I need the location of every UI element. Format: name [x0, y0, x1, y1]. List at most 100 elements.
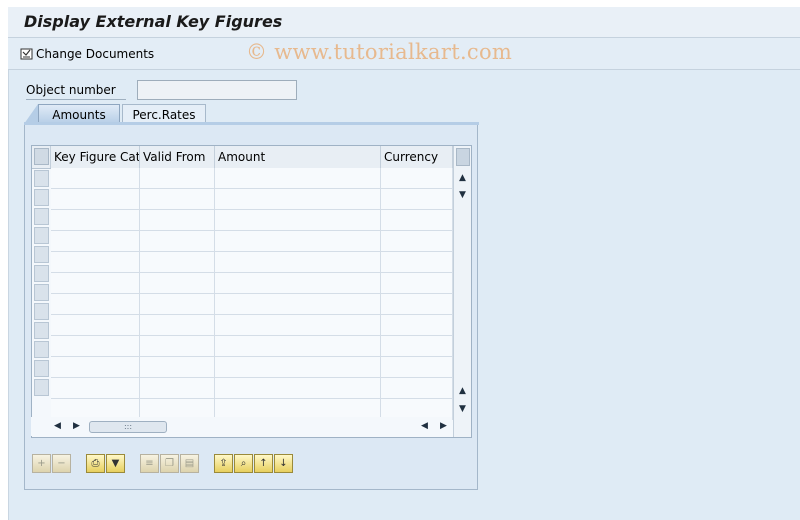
table-row[interactable] [51, 294, 453, 315]
table-cell[interactable] [381, 252, 453, 273]
table-cell[interactable] [140, 294, 215, 315]
table-row[interactable] [51, 273, 453, 294]
scroll-up-icon[interactable]: ▲ [459, 173, 466, 183]
row-selector[interactable] [34, 303, 49, 320]
table-cell[interactable] [381, 273, 453, 294]
paste-icon[interactable]: ▤ [180, 454, 199, 473]
horizontal-scrollbar[interactable]: ◀ ▶ ::: ◀ ▶ [31, 417, 452, 436]
table-cell[interactable] [51, 189, 140, 210]
sort-ascending-icon[interactable]: ↑ [254, 454, 273, 473]
table-cell[interactable] [140, 231, 215, 252]
tab-perc-rates[interactable]: Perc.Rates [122, 104, 206, 124]
table-row[interactable] [51, 189, 453, 210]
column-header-currency[interactable]: Currency [381, 146, 453, 168]
delete-row-icon[interactable]: − [52, 454, 71, 473]
table-cell[interactable] [140, 357, 215, 378]
table-cell[interactable] [215, 378, 381, 399]
column-header-amount[interactable]: Amount [215, 146, 381, 168]
filter-icon[interactable]: ▼ [106, 454, 125, 473]
sort-descending-icon[interactable]: ↓ [274, 454, 293, 473]
table-header: Key Figure Cat. Valid From Amount Curren… [32, 146, 471, 169]
table-cell[interactable] [140, 168, 215, 189]
row-selector[interactable] [34, 322, 49, 339]
table-row[interactable] [51, 357, 453, 378]
table-row[interactable] [51, 252, 453, 273]
scroll-down-icon[interactable]: ▼ [459, 190, 466, 200]
table-cell[interactable] [51, 378, 140, 399]
row-selector[interactable] [34, 170, 49, 187]
copy-icon[interactable]: ❐ [160, 454, 179, 473]
table-cell[interactable] [140, 378, 215, 399]
table-cell[interactable] [381, 294, 453, 315]
column-header-key-figure-cat[interactable]: Key Figure Cat. [51, 146, 140, 168]
table-cell[interactable] [381, 231, 453, 252]
table-cell[interactable] [381, 336, 453, 357]
scroll-thumb[interactable]: ::: [89, 421, 167, 433]
row-selector[interactable] [34, 341, 49, 358]
vertical-scrollbar[interactable]: ▲ ▼ ▲ ▼ [453, 146, 471, 437]
row-selector[interactable] [34, 379, 49, 396]
change-documents-button[interactable]: Change Documents [20, 46, 154, 62]
table-row[interactable] [51, 315, 453, 336]
table-cell[interactable] [140, 336, 215, 357]
table-cell[interactable] [215, 315, 381, 336]
row-selector[interactable] [34, 189, 49, 206]
table-cell[interactable] [51, 315, 140, 336]
table-cell[interactable] [51, 273, 140, 294]
object-number-field[interactable] [137, 80, 297, 100]
table-cell[interactable] [215, 357, 381, 378]
scroll-right-icon[interactable]: ▶ [73, 421, 80, 431]
table-cell[interactable] [51, 294, 140, 315]
scroll-left-end-icon[interactable]: ◀ [421, 421, 428, 431]
table-cell[interactable] [140, 210, 215, 231]
row-selector[interactable] [34, 360, 49, 377]
table-cell[interactable] [381, 189, 453, 210]
table-cell[interactable] [140, 273, 215, 294]
table-cell[interactable] [51, 357, 140, 378]
append-row-icon[interactable]: + [32, 454, 51, 473]
export-icon[interactable]: ⇪ [214, 454, 233, 473]
scroll-left-icon[interactable]: ◀ [54, 421, 61, 431]
scroll-right-end-icon[interactable]: ▶ [440, 421, 447, 431]
table-cell[interactable] [215, 210, 381, 231]
table-cell[interactable] [381, 210, 453, 231]
table-cell[interactable] [215, 252, 381, 273]
print-icon[interactable]: ⎙ [86, 454, 105, 473]
table-row[interactable] [51, 378, 453, 399]
tab-amounts[interactable]: Amounts [38, 104, 120, 124]
page-up-icon[interactable]: ▲ [459, 386, 466, 396]
column-settings-button[interactable] [456, 148, 470, 166]
row-selector[interactable] [34, 284, 49, 301]
row-selector[interactable] [34, 265, 49, 282]
row-selector[interactable] [34, 208, 49, 225]
details-icon[interactable]: ≡ [140, 454, 159, 473]
table-cell[interactable] [215, 336, 381, 357]
table-cell[interactable] [215, 168, 381, 189]
table-cell[interactable] [215, 273, 381, 294]
table-row[interactable] [51, 336, 453, 357]
table-cell[interactable] [215, 294, 381, 315]
table-cell[interactable] [51, 252, 140, 273]
row-selector[interactable] [34, 246, 49, 263]
table-cell[interactable] [381, 315, 453, 336]
table-cell[interactable] [381, 168, 453, 189]
table-cell[interactable] [51, 231, 140, 252]
table-cell[interactable] [140, 189, 215, 210]
table-cell[interactable] [51, 336, 140, 357]
table-cell[interactable] [140, 315, 215, 336]
row-selector[interactable] [34, 227, 49, 244]
table-cell[interactable] [381, 378, 453, 399]
find-icon[interactable]: ⌕ [234, 454, 253, 473]
table-row[interactable] [51, 168, 453, 189]
page-down-icon[interactable]: ▼ [459, 404, 466, 414]
table-cell[interactable] [215, 189, 381, 210]
table-cell[interactable] [51, 168, 140, 189]
select-all-cell[interactable] [32, 146, 51, 168]
table-cell[interactable] [381, 357, 453, 378]
table-cell[interactable] [51, 210, 140, 231]
table-row[interactable] [51, 210, 453, 231]
table-cell[interactable] [215, 231, 381, 252]
table-cell[interactable] [140, 252, 215, 273]
column-header-valid-from[interactable]: Valid From [140, 146, 215, 168]
table-row[interactable] [51, 231, 453, 252]
